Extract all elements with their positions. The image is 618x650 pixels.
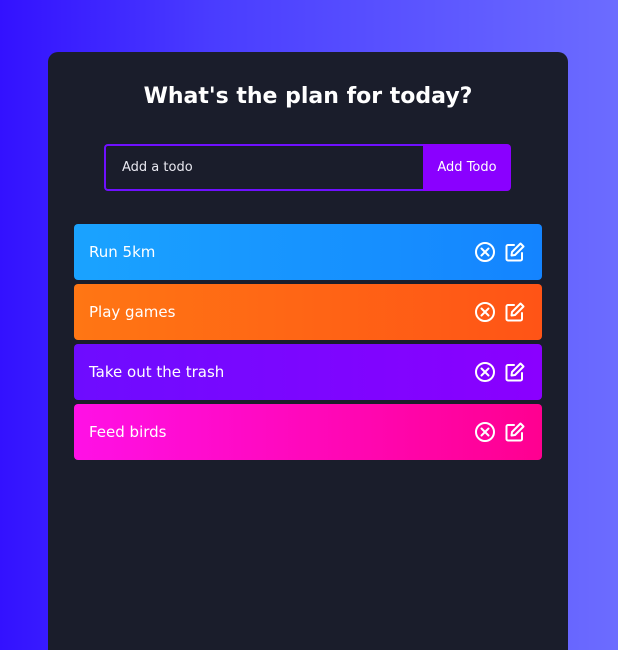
- todo-item-actions: [474, 241, 526, 263]
- todo-item-actions: [474, 421, 526, 443]
- edit-icon[interactable]: [504, 241, 526, 263]
- todo-form: Add Todo: [104, 144, 511, 191]
- todo-item-label: Feed birds: [89, 423, 167, 441]
- todo-item-label: Run 5km: [89, 243, 156, 261]
- edit-icon[interactable]: [504, 361, 526, 383]
- close-circle-icon[interactable]: [474, 241, 496, 263]
- todo-item[interactable]: Run 5km: [74, 224, 542, 280]
- todo-item[interactable]: Play games: [74, 284, 542, 340]
- todo-item-actions: [474, 361, 526, 383]
- todo-item[interactable]: Feed birds: [74, 404, 542, 460]
- todo-item-actions: [474, 301, 526, 323]
- page-title: What's the plan for today?: [143, 84, 473, 109]
- todo-item-label: Play games: [89, 303, 176, 321]
- edit-icon[interactable]: [504, 421, 526, 443]
- close-circle-icon[interactable]: [474, 421, 496, 443]
- todo-input[interactable]: [104, 144, 423, 191]
- todo-item[interactable]: Take out the trash: [74, 344, 542, 400]
- close-circle-icon[interactable]: [474, 301, 496, 323]
- todo-list: Run 5km Play games Take out the trash Fe…: [74, 224, 542, 464]
- todo-app-panel: What's the plan for today? Add Todo Run …: [48, 52, 568, 650]
- add-todo-button[interactable]: Add Todo: [423, 144, 511, 191]
- edit-icon[interactable]: [504, 301, 526, 323]
- close-circle-icon[interactable]: [474, 361, 496, 383]
- todo-item-label: Take out the trash: [89, 363, 225, 381]
